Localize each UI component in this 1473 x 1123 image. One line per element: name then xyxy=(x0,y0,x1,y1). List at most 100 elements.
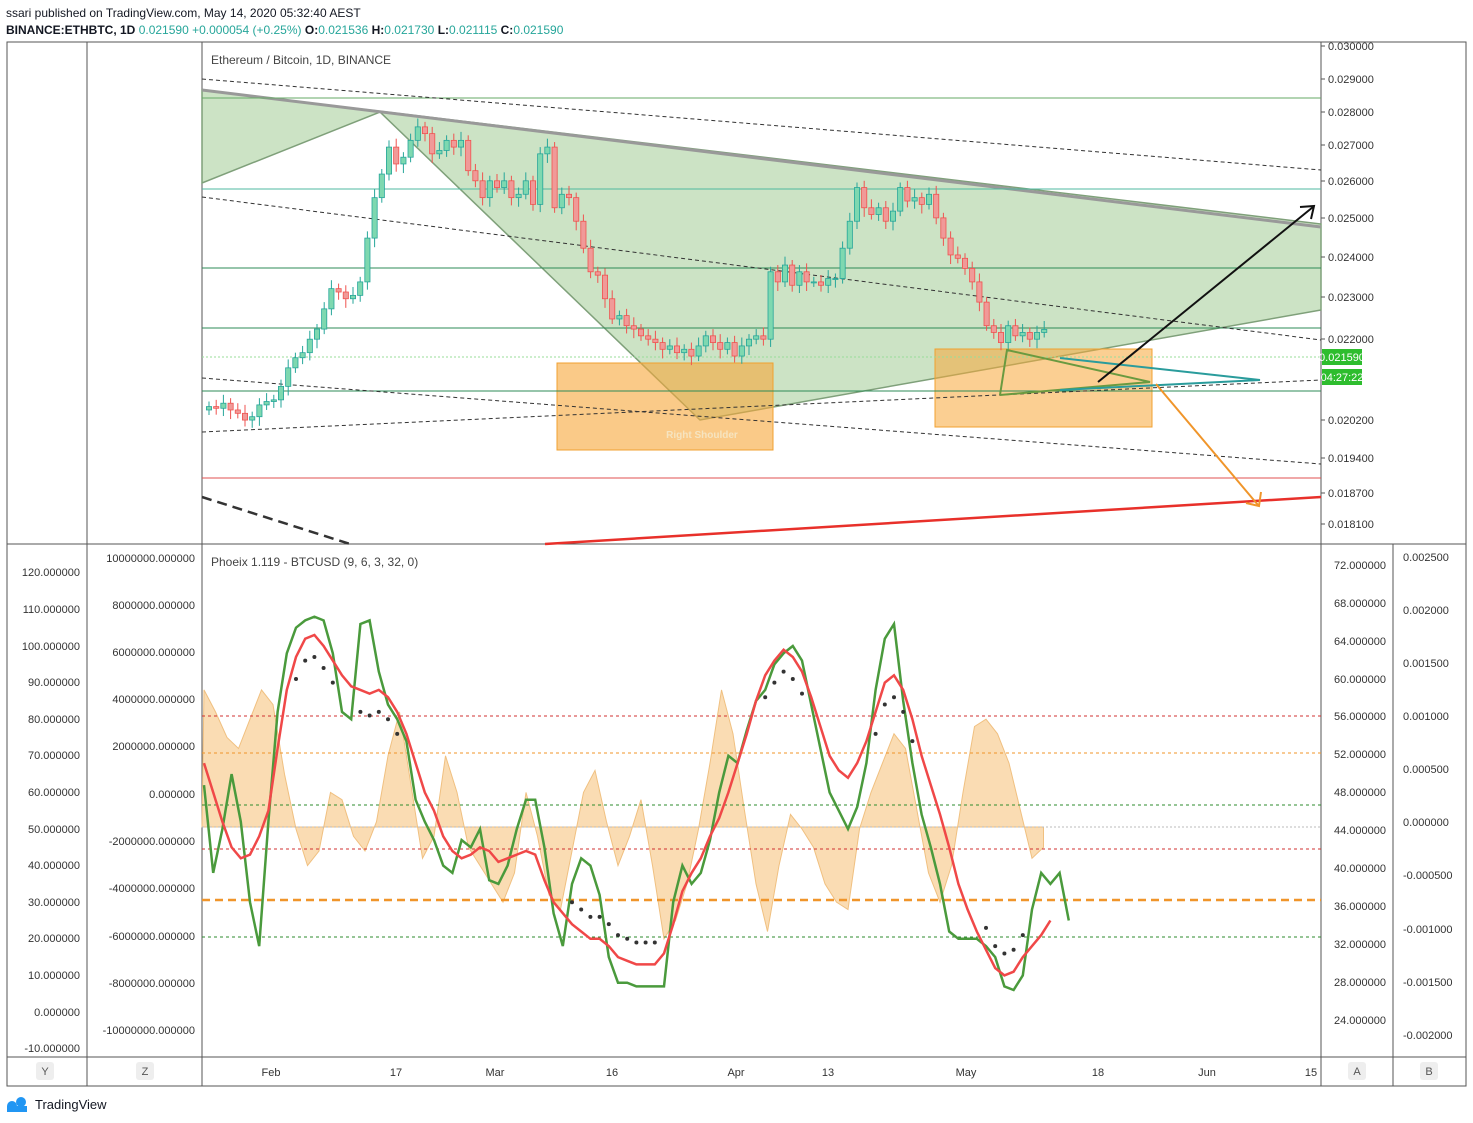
candle[interactable] xyxy=(220,402,227,409)
candle[interactable] xyxy=(479,180,486,199)
candle[interactable] xyxy=(969,268,976,283)
candle[interactable] xyxy=(731,342,738,357)
support-trendline[interactable] xyxy=(544,495,1322,546)
candle[interactable] xyxy=(537,153,544,205)
candle[interactable] xyxy=(875,207,882,215)
candle[interactable] xyxy=(436,150,443,155)
candle[interactable] xyxy=(602,274,609,300)
candle[interactable] xyxy=(659,342,666,350)
candle[interactable] xyxy=(832,278,839,280)
candle[interactable] xyxy=(609,298,616,320)
candle[interactable] xyxy=(890,210,897,222)
candle[interactable] xyxy=(1019,332,1026,337)
candle[interactable] xyxy=(825,278,832,286)
candle[interactable] xyxy=(580,220,587,249)
candle[interactable] xyxy=(263,401,270,406)
time-axis[interactable]: Feb 17 Mar 16 Apr 13 May 18 Jun 15 xyxy=(262,1067,1318,1079)
candle[interactable] xyxy=(573,197,580,222)
candle[interactable] xyxy=(292,357,299,369)
candle[interactable] xyxy=(753,335,760,340)
candle[interactable] xyxy=(465,139,472,172)
candle[interactable] xyxy=(839,247,846,279)
candle[interactable] xyxy=(256,404,263,418)
candle[interactable] xyxy=(738,345,745,357)
candle[interactable] xyxy=(357,281,364,296)
candle[interactable] xyxy=(385,146,392,175)
candle[interactable] xyxy=(774,271,781,283)
candle[interactable] xyxy=(616,315,623,320)
candle[interactable] xyxy=(566,193,573,199)
candle[interactable] xyxy=(457,139,464,148)
candle[interactable] xyxy=(926,193,933,205)
candle[interactable] xyxy=(1012,325,1019,337)
candle[interactable] xyxy=(335,288,342,293)
chart-canvas[interactable]: Ethereum / Bitcoin, 1D, BINANCE Right Sh… xyxy=(0,0,1473,1123)
candle[interactable] xyxy=(501,180,508,188)
candle[interactable] xyxy=(803,271,810,283)
candle[interactable] xyxy=(782,264,789,283)
channel-line[interactable] xyxy=(201,495,351,546)
candle[interactable] xyxy=(414,126,421,141)
candle[interactable] xyxy=(407,139,414,158)
candle[interactable] xyxy=(918,197,925,205)
candle[interactable] xyxy=(666,345,673,350)
candle[interactable] xyxy=(594,271,601,276)
candle[interactable] xyxy=(638,328,645,337)
footer-brand[interactable]: TradingView xyxy=(6,1096,107,1112)
candle[interactable] xyxy=(1034,332,1041,340)
candle[interactable] xyxy=(854,187,861,222)
candle[interactable] xyxy=(717,342,724,350)
candle[interactable] xyxy=(342,291,349,300)
candle[interactable] xyxy=(652,338,659,343)
candle[interactable] xyxy=(364,237,371,283)
candle[interactable] xyxy=(976,281,983,303)
candle[interactable] xyxy=(558,193,565,209)
candle[interactable] xyxy=(205,406,212,411)
candle[interactable] xyxy=(983,301,990,327)
candle[interactable] xyxy=(493,180,500,188)
candle[interactable] xyxy=(371,197,378,239)
candle[interactable] xyxy=(710,335,717,343)
candle[interactable] xyxy=(486,180,493,199)
candle[interactable] xyxy=(746,338,753,347)
candle[interactable] xyxy=(450,139,457,148)
candle[interactable] xyxy=(645,335,652,340)
candle[interactable] xyxy=(306,338,313,354)
candle[interactable] xyxy=(868,207,875,215)
candle[interactable] xyxy=(810,281,817,284)
candle[interactable] xyxy=(623,315,630,327)
candle[interactable] xyxy=(947,237,954,256)
candle[interactable] xyxy=(724,342,731,350)
candle[interactable] xyxy=(522,180,529,195)
candle[interactable] xyxy=(818,281,825,286)
candle[interactable] xyxy=(789,264,796,286)
candle[interactable] xyxy=(349,294,356,300)
candle[interactable] xyxy=(897,187,904,212)
candle[interactable] xyxy=(508,180,515,199)
candle[interactable] xyxy=(530,180,537,205)
candle[interactable] xyxy=(328,288,335,310)
candle[interactable] xyxy=(674,345,681,354)
candle[interactable] xyxy=(587,247,594,273)
candle[interactable] xyxy=(241,412,248,421)
candle[interactable] xyxy=(421,126,428,135)
candle[interactable] xyxy=(861,187,868,209)
candle[interactable] xyxy=(515,193,522,199)
candle[interactable] xyxy=(911,197,918,202)
candle[interactable] xyxy=(1026,332,1033,340)
bearish-arrow[interactable] xyxy=(1155,383,1259,506)
candle[interactable] xyxy=(767,271,774,340)
candle[interactable] xyxy=(429,133,436,155)
candle[interactable] xyxy=(702,335,709,347)
candle[interactable] xyxy=(904,187,911,202)
candle[interactable] xyxy=(213,406,220,409)
candle[interactable] xyxy=(1041,329,1048,333)
candle[interactable] xyxy=(393,146,400,165)
candle[interactable] xyxy=(443,139,450,151)
candle[interactable] xyxy=(249,416,256,421)
candle[interactable] xyxy=(299,352,306,359)
candle[interactable] xyxy=(544,146,551,155)
candle[interactable] xyxy=(998,332,1005,343)
candle[interactable] xyxy=(962,257,969,269)
candle[interactable] xyxy=(882,207,889,222)
